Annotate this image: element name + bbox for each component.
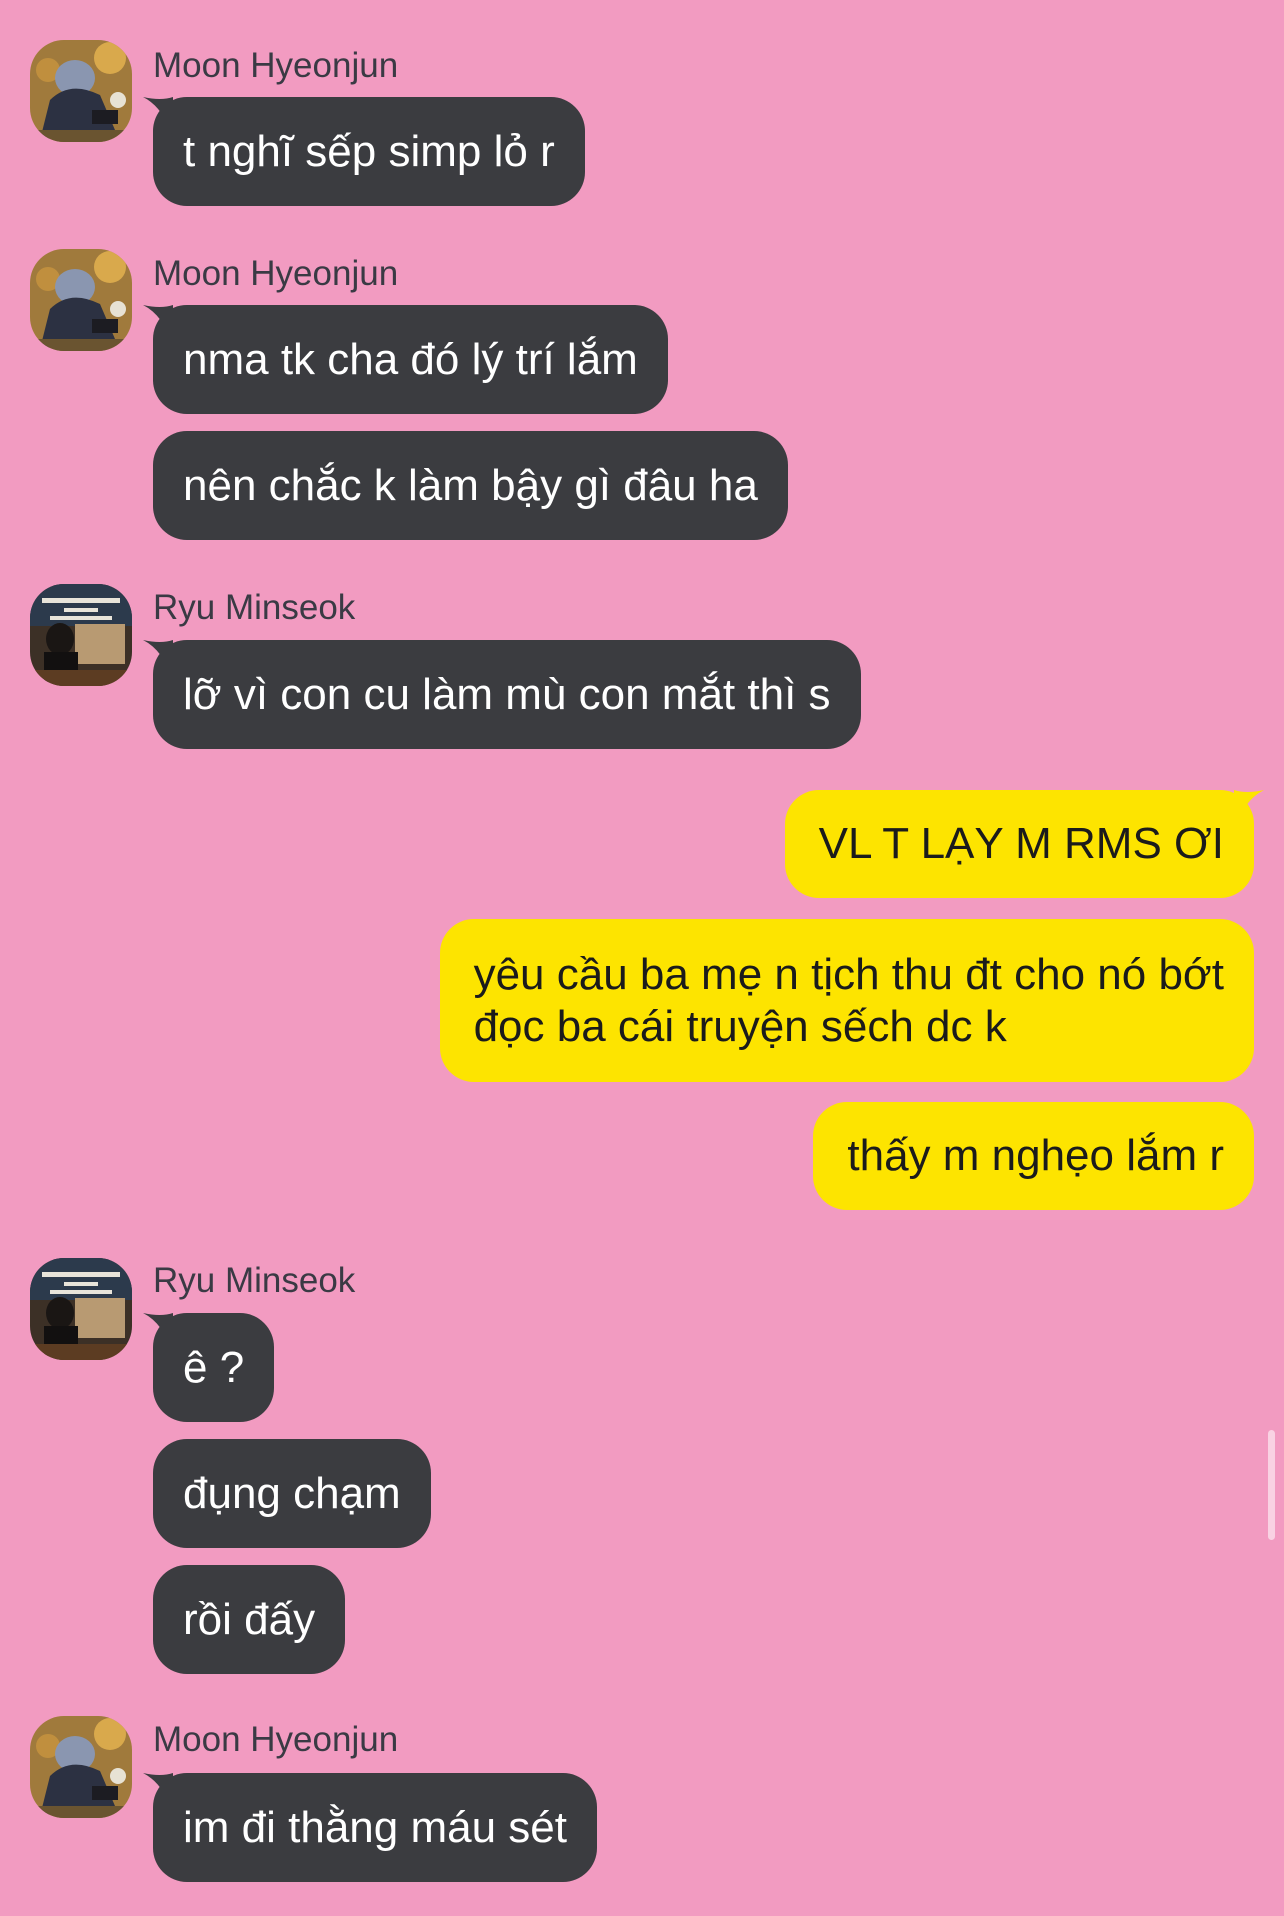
message-bubble-incoming[interactable]: đụng chạm <box>153 1439 431 1548</box>
bubble-tail <box>143 1313 173 1353</box>
bubble-tail <box>143 1773 173 1813</box>
avatar-ryu-minseok[interactable] <box>30 584 132 686</box>
message-text: t nghĩ sếp simp lỏ r <box>183 126 555 176</box>
message-bubble-incoming[interactable]: lỡ vì con cu làm mù con mắt thì s <box>143 640 861 749</box>
sender-name: Ryu Minseok <box>153 1261 356 1300</box>
sender-name: Moon Hyeonjun <box>153 1720 399 1759</box>
bubble-tail <box>143 640 173 680</box>
message-text: VL T LẠY M RMS ƠI <box>818 819 1224 868</box>
message-text: lỡ vì con cu làm mù con mắt thì s <box>183 669 831 719</box>
message-text: nên chắc k làm bậy gì đâu ha <box>183 460 758 510</box>
avatar-moon-hyeonjun[interactable] <box>30 249 132 351</box>
message-text: ê ? <box>183 1342 245 1392</box>
avatar-moon-hyeonjun[interactable] <box>30 1716 132 1818</box>
bubble-tail <box>1234 790 1264 830</box>
message-text: rồi đấy <box>183 1594 316 1644</box>
scrollbar-thumb[interactable] <box>1268 1430 1275 1540</box>
profile-photo <box>30 1258 132 1360</box>
message-bubble-outgoing[interactable]: thấy m nghẹo lắm r <box>813 1102 1254 1210</box>
message-text: im đi thằng máu sét <box>183 1802 567 1852</box>
message-text: nma tk cha đó lý trí lắm <box>183 334 638 384</box>
profile-photo <box>30 249 132 351</box>
message-bubble-outgoing[interactable]: yêu cầu ba mẹ n tịch thu đt cho nó bớt đ… <box>439 919 1254 1082</box>
message-bubble-incoming[interactable]: nên chắc k làm bậy gì đâu ha <box>153 431 788 540</box>
message-bubble-incoming[interactable]: rồi đấy <box>153 1565 346 1674</box>
message-bubble-incoming[interactable]: im đi thằng máu sét <box>143 1773 597 1882</box>
bubble-tail <box>143 305 173 345</box>
bubble-tail <box>143 97 173 137</box>
message-text-line: yêu cầu ba mẹ n tịch thu đt cho nó bớt <box>473 949 1224 999</box>
avatar-moon-hyeonjun[interactable] <box>30 40 132 142</box>
profile-photo <box>30 40 132 142</box>
sender-name: Moon Hyeonjun <box>153 254 399 293</box>
sender-name: Moon Hyeonjun <box>153 46 399 85</box>
message-bubble-incoming[interactable]: nma tk cha đó lý trí lắm <box>143 305 668 414</box>
avatar-ryu-minseok[interactable] <box>30 1258 132 1360</box>
message-text-line: đọc ba cái truyện sếch dc k <box>473 1001 1007 1051</box>
chat-thread: Moon Hyeonjun t nghĩ sếp simp lỏ r Moon … <box>0 0 1284 1916</box>
message-bubble-incoming[interactable]: t nghĩ sếp simp lỏ r <box>143 97 585 206</box>
message-bubble-incoming[interactable]: ê ? <box>143 1313 275 1422</box>
message-bubble-outgoing[interactable]: VL T LẠY M RMS ƠI <box>784 790 1264 898</box>
profile-photo <box>30 584 132 686</box>
message-text: đụng chạm <box>183 1468 401 1518</box>
message-text: thấy m nghẹo lắm r <box>847 1131 1224 1180</box>
profile-photo <box>30 1716 132 1818</box>
sender-name: Ryu Minseok <box>153 588 356 627</box>
